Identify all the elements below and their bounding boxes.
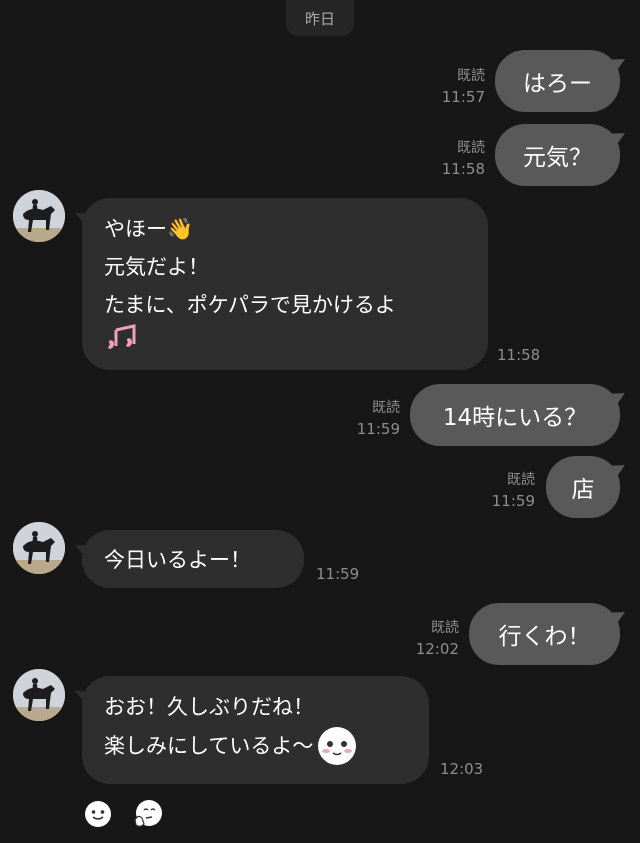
message-text: はろー [523, 71, 592, 97]
horse-rider-image [13, 522, 65, 574]
read-receipt: 既読 [457, 68, 485, 84]
smile-reaction-icon[interactable] [82, 798, 114, 830]
outgoing-message-bubble[interactable]: 元気？ [495, 124, 620, 186]
message-line: 楽しみにしているよ〜 [104, 734, 314, 758]
message-line-with-emoji: 楽しみにしているよ〜 [104, 726, 407, 766]
message-meta: 既読 11:57 [442, 66, 485, 108]
message-time: 11:59 [316, 565, 360, 583]
message-line: おお！久しぶりだね！ [104, 695, 314, 719]
message-time: 11:59 [491, 492, 535, 510]
outgoing-message-bubble[interactable]: はろー [495, 50, 620, 112]
message-text: 14時にいる？ [442, 405, 588, 431]
message-time: 11:58 [497, 346, 541, 364]
read-receipt: 既読 [457, 140, 485, 156]
message-meta: 既読 11:59 [492, 470, 535, 512]
incoming-message-bubble[interactable]: おお！久しぶりだね！ 楽しみにしているよ〜 [82, 676, 429, 784]
read-receipt: 既読 [507, 472, 535, 488]
message-line: たまに、ポケパラで見かけるよ [104, 293, 396, 317]
message-line: やほー👋 [104, 217, 194, 241]
outgoing-message-bubble[interactable]: 店 [546, 456, 620, 518]
message-text: 今日いるよー！ [104, 548, 251, 572]
blushing-face-icon [318, 727, 357, 765]
read-receipt: 既読 [372, 400, 400, 416]
contact-avatar[interactable] [13, 190, 65, 242]
message-time: 12:03 [440, 760, 484, 778]
music-notes-icon [104, 324, 466, 366]
contact-avatar[interactable] [13, 522, 65, 574]
message-text: 元気？ [523, 145, 592, 171]
message-meta: 既読 11:59 [357, 398, 400, 440]
message-line: 元気だよ！ [104, 255, 209, 279]
message-time: 12:02 [415, 640, 459, 658]
outgoing-message-bubble[interactable]: 14時にいる？ [410, 384, 620, 446]
incoming-message-bubble[interactable]: やほー👋 元気だよ！ たまに、ポケパラで見かけるよ [82, 198, 488, 370]
horse-rider-image [13, 190, 65, 242]
message-time: 11:59 [356, 420, 400, 438]
outgoing-message-bubble[interactable]: 行くわ！ [469, 603, 620, 665]
message-meta: 既読 12:02 [416, 618, 459, 660]
incoming-message-bubble[interactable]: 今日いるよー！ [82, 530, 304, 588]
date-separator: 昨日 [286, 0, 354, 36]
horse-rider-image [13, 669, 65, 721]
message-text: 店 [571, 477, 595, 503]
contact-avatar[interactable] [13, 669, 65, 721]
message-text: 行くわ！ [498, 624, 591, 650]
read-receipt: 既読 [431, 620, 459, 636]
thinking-reaction-icon[interactable] [132, 798, 164, 830]
message-time: 11:57 [441, 88, 485, 106]
message-meta: 既読 11:58 [442, 138, 485, 180]
message-time: 11:58 [441, 160, 485, 178]
